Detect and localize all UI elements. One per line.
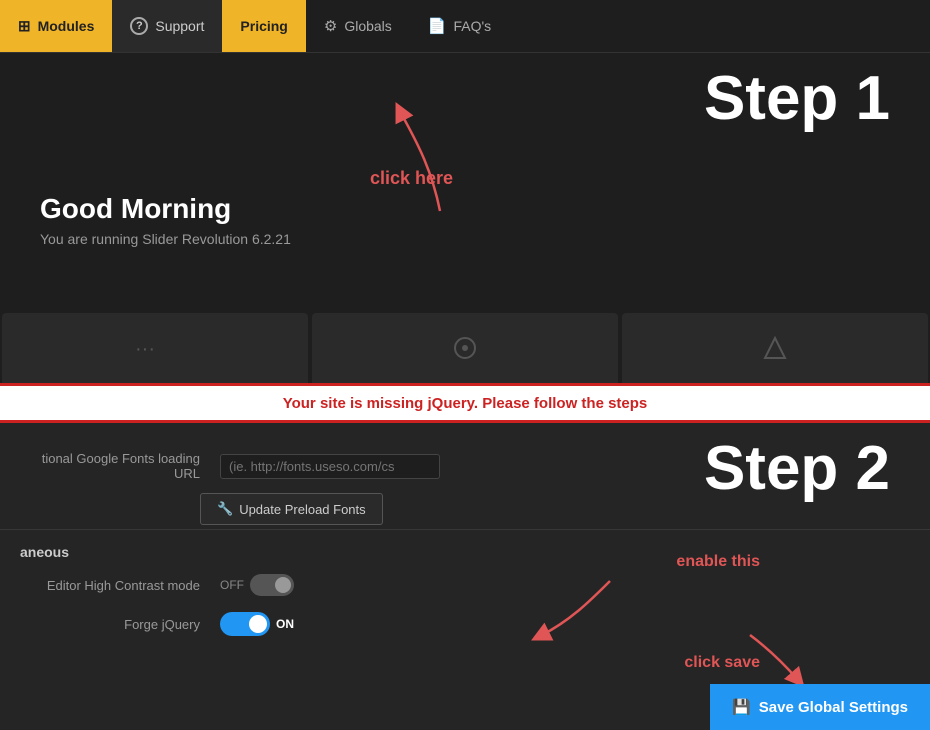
update-fonts-button[interactable]: 🔧 Update Preload Fonts bbox=[200, 493, 383, 525]
save-icon: 💾 bbox=[732, 698, 751, 716]
save-global-settings-button[interactable]: 💾 Save Global Settings bbox=[710, 684, 930, 730]
card-2 bbox=[312, 313, 618, 383]
notice-text: Your site is missing jQuery. Please foll… bbox=[283, 395, 648, 412]
globals-icon: ⚙ bbox=[324, 17, 337, 35]
contrast-state: OFF bbox=[220, 578, 244, 592]
nav-faqs[interactable]: 📄 FAQ's bbox=[410, 0, 509, 52]
save-arrow bbox=[690, 630, 810, 690]
step2-label: Step 2 bbox=[704, 433, 890, 504]
nav-pricing[interactable]: Pricing bbox=[222, 0, 305, 52]
nav-faqs-label: FAQ's bbox=[453, 18, 491, 34]
section-header-misc: aneous bbox=[0, 534, 930, 566]
nav-modules[interactable]: ⊞ Modules bbox=[0, 0, 112, 52]
annotation-area: click here bbox=[330, 108, 550, 189]
click-here-text: click here bbox=[370, 168, 550, 189]
forge-jquery-switch[interactable] bbox=[220, 612, 270, 636]
step1-label: Step 1 bbox=[704, 63, 890, 134]
forge-jquery-toggle[interactable]: ON bbox=[220, 612, 294, 636]
nav-globals[interactable]: ⚙ Globals bbox=[306, 0, 410, 52]
wrench-icon: 🔧 bbox=[217, 501, 233, 517]
enable-text: enable this bbox=[676, 553, 760, 571]
enable-arrow bbox=[490, 571, 650, 651]
nav-modules-label: Modules bbox=[38, 18, 95, 34]
top-navigation: ⊞ Modules ? Support Pricing ⚙ Globals 📄 … bbox=[0, 0, 930, 53]
step2-section: Step 2 tional Google Fonts loading URL 🔧… bbox=[0, 423, 930, 730]
faqs-icon: 📄 bbox=[428, 17, 447, 35]
contrast-switch[interactable] bbox=[250, 574, 294, 596]
nav-support-label: Support bbox=[155, 18, 204, 34]
greeting-title: Good Morning bbox=[40, 193, 890, 225]
support-icon: ? bbox=[130, 17, 148, 35]
notice-banner: Your site is missing jQuery. Please foll… bbox=[0, 383, 930, 423]
card-1: ··· bbox=[2, 313, 308, 383]
font-url-input[interactable] bbox=[220, 454, 440, 479]
divider-1 bbox=[0, 529, 930, 530]
contrast-toggle[interactable]: OFF bbox=[220, 574, 294, 596]
update-fonts-label: Update Preload Fonts bbox=[239, 502, 365, 517]
nav-support[interactable]: ? Support bbox=[112, 0, 222, 52]
save-btn-label: Save Global Settings bbox=[759, 699, 908, 716]
font-url-label: tional Google Fonts loading URL bbox=[20, 451, 220, 481]
cards-row: ··· bbox=[0, 313, 930, 383]
card-3 bbox=[622, 313, 928, 383]
forge-jquery-label: Forge jQuery bbox=[20, 617, 220, 632]
nav-globals-label: Globals bbox=[344, 18, 391, 34]
greeting-subtitle: You are running Slider Revolution 6.2.21 bbox=[40, 231, 890, 247]
svg-text:···: ··· bbox=[135, 338, 155, 360]
forge-jquery-state: ON bbox=[276, 617, 294, 631]
nav-pricing-label: Pricing bbox=[240, 18, 287, 34]
modules-icon: ⊞ bbox=[18, 17, 31, 35]
contrast-label: Editor High Contrast mode bbox=[20, 578, 220, 593]
contrast-row: Editor High Contrast mode OFF bbox=[0, 566, 930, 604]
step1-section: Step 1 click here Good Morning You are r… bbox=[0, 53, 930, 383]
